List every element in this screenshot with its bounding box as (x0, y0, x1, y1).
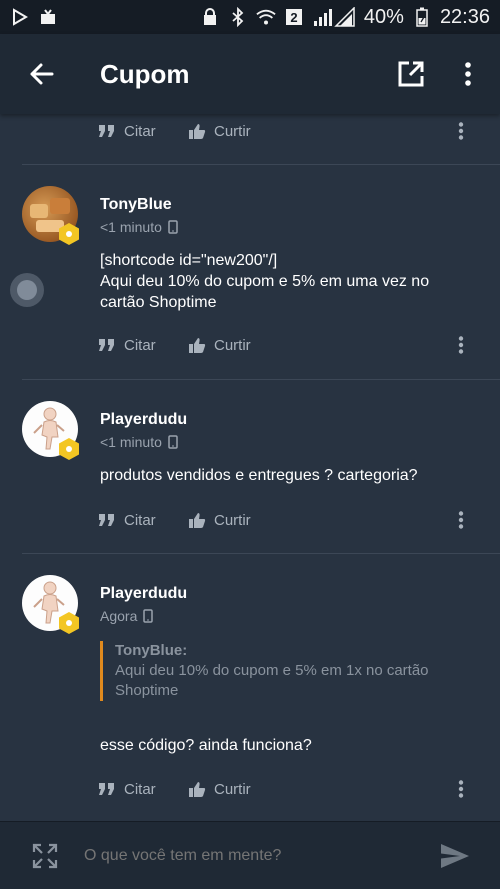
thumbs-up-icon (189, 781, 206, 797)
comment-meta: <1 minuto (100, 434, 178, 450)
touch-indicator (10, 273, 44, 307)
member-badge-icon (57, 222, 81, 246)
post-more-button[interactable] (452, 333, 470, 357)
mobile-device-icon (143, 609, 154, 623)
sim-icon: 2 (284, 7, 304, 27)
post-actions: Citar Curtir (0, 503, 500, 537)
comment-meta: Agora (100, 608, 154, 624)
comment-author[interactable]: TonyBlue (100, 196, 172, 214)
open-external-button[interactable] (396, 59, 426, 89)
status-bar: 2 40% 22:36 (0, 0, 500, 34)
comment-time: <1 minuto (100, 219, 162, 235)
status-bar-left (10, 7, 58, 27)
download-icon (38, 7, 58, 27)
battery-icon (412, 7, 432, 27)
open-external-icon (398, 61, 424, 87)
sim-number: 2 (290, 10, 297, 25)
comment-body: esse código? ainda funciona? (100, 735, 470, 756)
comment-item: Playerdudu <1 minuto produtos vendidos e… (0, 379, 500, 553)
comment-body: [shortcode id="new200"/] Aqui deu 10% do… (100, 250, 470, 313)
thumbs-up-icon (189, 512, 206, 528)
comment-line: cartão Shoptime (100, 294, 217, 311)
cite-button[interactable]: Citar (98, 781, 156, 798)
thumbs-up-icon (189, 337, 206, 353)
send-button[interactable] (438, 841, 472, 871)
more-vertical-icon (458, 511, 464, 529)
post-actions: Citar Curtir (0, 114, 500, 148)
post-actions: Citar Curtir (0, 328, 500, 362)
send-icon (441, 843, 469, 868)
post-actions: Citar Curtir (0, 772, 500, 806)
more-vertical-icon (458, 336, 464, 354)
battery-percent: 40% (363, 5, 404, 28)
quote-icon (99, 783, 114, 795)
comment-body: produtos vendidos e entregues ? cartegor… (100, 465, 470, 486)
cite-label: Citar (124, 122, 156, 140)
like-button[interactable]: Curtir (188, 781, 251, 798)
cite-label: Citar (124, 336, 156, 354)
post-more-button[interactable] (452, 777, 470, 801)
like-button[interactable]: Curtir (188, 337, 251, 354)
cite-label: Citar (124, 780, 156, 798)
like-button[interactable]: Curtir (188, 123, 251, 140)
expand-icon (32, 843, 58, 868)
comment-time: <1 minuto (100, 434, 162, 450)
post-more-button[interactable] (452, 508, 470, 532)
comment-author[interactable]: Playerdudu (100, 411, 187, 429)
cite-button[interactable]: Citar (98, 512, 156, 529)
back-button[interactable] (26, 59, 56, 89)
comment-line: Aqui deu 10% do cupom e 5% em uma vez no (100, 273, 430, 290)
lock-icon (200, 7, 220, 27)
comment-meta: <1 minuto (100, 219, 178, 235)
comment-time: Agora (100, 608, 138, 624)
like-button[interactable]: Curtir (188, 512, 251, 529)
expand-composer-button[interactable] (30, 841, 60, 871)
cite-label: Citar (124, 511, 156, 529)
mobile-device-icon (168, 220, 178, 234)
bluetooth-icon (228, 7, 248, 27)
play-store-icon (10, 7, 30, 27)
like-label: Curtir (214, 122, 251, 140)
comment-item: Playerdudu Agora TonyBlue: Aqui deu 10% … (0, 553, 500, 807)
quoted-comment: TonyBlue: Aqui deu 10% do cupom e 5% em … (100, 641, 480, 701)
more-vertical-icon (458, 122, 464, 140)
mobile-device-icon (168, 435, 178, 449)
arrow-left-icon (30, 63, 54, 85)
like-label: Curtir (214, 336, 251, 354)
overflow-menu-button[interactable] (458, 59, 478, 89)
quote-line: Aqui deu 10% do cupom e 5% em 1x no cart… (115, 662, 429, 679)
member-badge-icon (57, 611, 81, 635)
more-vertical-icon (465, 62, 471, 86)
app-bar: Cupom (0, 34, 500, 114)
comment-line: esse código? ainda funciona? (100, 737, 312, 754)
comment-item: TonyBlue <1 minuto [shortcode id="new200… (0, 164, 500, 379)
reply-input[interactable] (84, 840, 438, 871)
quote-icon (99, 514, 114, 526)
quote-author: TonyBlue: (115, 642, 188, 659)
cite-button[interactable]: Citar (98, 337, 156, 354)
reply-composer (0, 821, 500, 889)
comment-author[interactable]: Playerdudu (100, 585, 187, 603)
wifi-icon (256, 7, 276, 27)
like-label: Curtir (214, 780, 251, 798)
member-badge-icon (57, 437, 81, 461)
quote-icon (99, 339, 114, 351)
post-more-button[interactable] (452, 119, 470, 143)
comments-feed[interactable]: Citar Curtir TonyBlue <1 minuto [shortco… (0, 114, 500, 807)
cite-button[interactable]: Citar (98, 123, 156, 140)
thumbs-up-icon (189, 123, 206, 139)
comment-line: [shortcode id="new200"/] (100, 252, 278, 269)
status-bar-right: 2 40% 22:36 (200, 6, 490, 29)
more-vertical-icon (458, 780, 464, 798)
status-time: 22:36 (439, 5, 490, 28)
page-title: Cupom (100, 58, 190, 89)
like-label: Curtir (214, 511, 251, 529)
comment-line: produtos vendidos e entregues ? cartegor… (100, 467, 418, 484)
signal-icon (312, 7, 356, 27)
quote-line: Shoptime (115, 682, 179, 699)
quote-icon (99, 125, 114, 137)
